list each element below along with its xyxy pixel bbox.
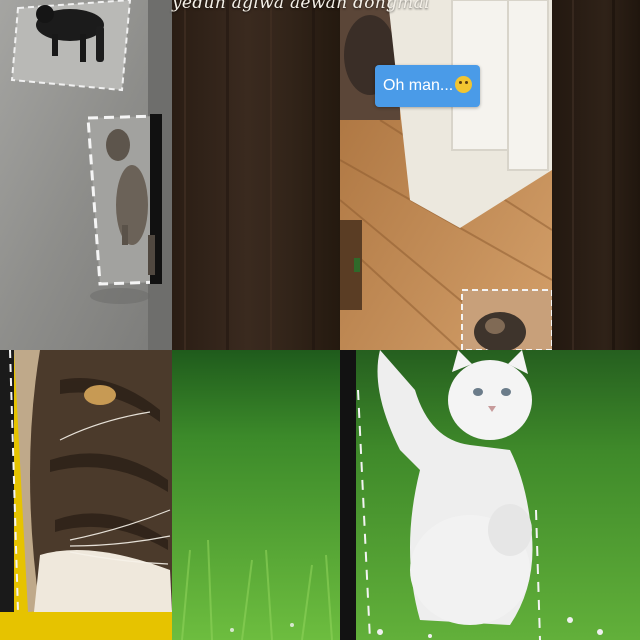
- message-bubble-text: Oh man...: [383, 77, 454, 94]
- kitten-photo: [340, 0, 552, 350]
- wood-texture-strip: [572, 0, 615, 350]
- video-collage: yedun agiwa aewan dongmai Oh man...: [0, 0, 640, 640]
- tile-dogs-on-pavement: [0, 0, 172, 350]
- message-bubble: Oh man...: [375, 65, 481, 107]
- tile-tabby-cat-closeup: [0, 350, 172, 640]
- tile-green-grass: [172, 350, 340, 640]
- tile-dark-wood-panel: [172, 0, 340, 350]
- dogs-photo: [0, 0, 172, 350]
- tile-kitten-near-door: [340, 0, 552, 350]
- white-cat-photo: [340, 350, 640, 640]
- wood-texture: [184, 0, 315, 350]
- grimacing-face-icon: [455, 76, 473, 93]
- video-caption: yedun agiwa aewan dongmai: [172, 0, 430, 13]
- tile-dark-wood-strip: [552, 0, 640, 350]
- tabby-photo: [0, 350, 172, 640]
- tile-white-cat-in-grass: [340, 350, 640, 640]
- grass-photo: [172, 350, 340, 640]
